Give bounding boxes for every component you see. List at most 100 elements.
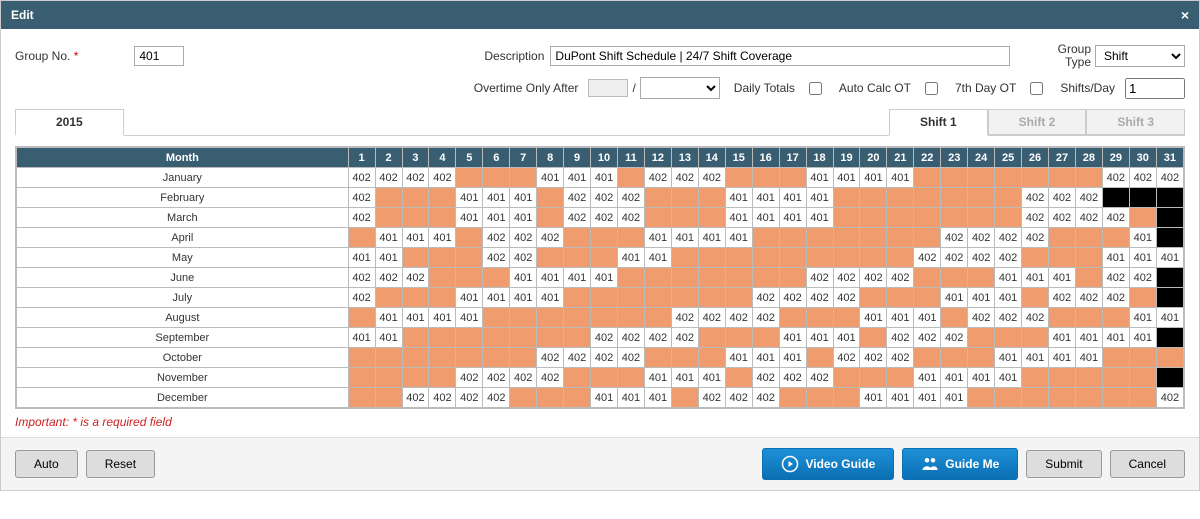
- schedule-cell[interactable]: [833, 388, 860, 408]
- schedule-cell[interactable]: 401: [429, 228, 456, 248]
- schedule-cell[interactable]: [1022, 328, 1049, 348]
- schedule-cell[interactable]: [1129, 388, 1156, 408]
- schedule-cell[interactable]: 402: [402, 268, 429, 288]
- schedule-cell[interactable]: [564, 388, 591, 408]
- schedule-cell[interactable]: 401: [564, 168, 591, 188]
- schedule-cell[interactable]: 402: [887, 328, 914, 348]
- schedule-cell[interactable]: 402: [591, 348, 618, 368]
- schedule-cell[interactable]: 401: [1129, 328, 1156, 348]
- schedule-cell[interactable]: [671, 348, 698, 368]
- schedule-cell[interactable]: 402: [752, 368, 779, 388]
- schedule-cell[interactable]: [1022, 368, 1049, 388]
- schedule-cell[interactable]: 402: [537, 368, 564, 388]
- schedule-cell[interactable]: [510, 308, 537, 328]
- schedule-cell[interactable]: 401: [887, 168, 914, 188]
- schedule-cell[interactable]: 402: [1156, 388, 1183, 408]
- schedule-cell[interactable]: [564, 248, 591, 268]
- schedule-cell[interactable]: 402: [1022, 308, 1049, 328]
- schedule-cell[interactable]: [1156, 268, 1183, 288]
- schedule-cell[interactable]: [1075, 368, 1102, 388]
- schedule-cell[interactable]: [402, 348, 429, 368]
- schedule-cell[interactable]: [348, 308, 375, 328]
- schedule-cell[interactable]: 402: [1075, 288, 1102, 308]
- schedule-cell[interactable]: 402: [429, 168, 456, 188]
- schedule-cell[interactable]: 402: [402, 168, 429, 188]
- schedule-cell[interactable]: 401: [833, 168, 860, 188]
- schedule-cell[interactable]: 402: [941, 328, 968, 348]
- schedule-cell[interactable]: 402: [1022, 188, 1049, 208]
- schedule-cell[interactable]: 401: [779, 348, 806, 368]
- schedule-cell[interactable]: [779, 248, 806, 268]
- schedule-cell[interactable]: 401: [833, 328, 860, 348]
- schedule-cell[interactable]: [402, 328, 429, 348]
- schedule-cell[interactable]: 401: [1049, 268, 1076, 288]
- schedule-cell[interactable]: 402: [348, 188, 375, 208]
- schedule-cell[interactable]: [752, 168, 779, 188]
- schedule-cell[interactable]: 402: [671, 308, 698, 328]
- schedule-cell[interactable]: 401: [510, 208, 537, 228]
- schedule-cell[interactable]: [510, 348, 537, 368]
- schedule-cell[interactable]: [483, 328, 510, 348]
- schedule-cell[interactable]: 401: [806, 208, 833, 228]
- schedule-cell[interactable]: [564, 308, 591, 328]
- schedule-cell[interactable]: [779, 388, 806, 408]
- schedule-cell[interactable]: [510, 328, 537, 348]
- schedule-cell[interactable]: [671, 268, 698, 288]
- schedule-cell[interactable]: [860, 228, 887, 248]
- schedule-cell[interactable]: 402: [510, 368, 537, 388]
- cancel-button[interactable]: Cancel: [1110, 450, 1185, 478]
- schedule-cell[interactable]: [402, 188, 429, 208]
- schedule-cell[interactable]: [591, 368, 618, 388]
- schedule-cell[interactable]: 402: [564, 188, 591, 208]
- schedule-cell[interactable]: [537, 188, 564, 208]
- schedule-cell[interactable]: [483, 348, 510, 368]
- schedule-cell[interactable]: 401: [510, 268, 537, 288]
- schedule-cell[interactable]: [914, 168, 941, 188]
- schedule-cell[interactable]: 401: [806, 168, 833, 188]
- schedule-cell[interactable]: 401: [348, 328, 375, 348]
- schedule-cell[interactable]: [537, 308, 564, 328]
- tab-year[interactable]: 2015: [15, 109, 124, 136]
- schedule-cell[interactable]: 401: [914, 388, 941, 408]
- schedule-cell[interactable]: 402: [537, 228, 564, 248]
- schedule-cell[interactable]: 401: [698, 228, 725, 248]
- schedule-cell[interactable]: 402: [1075, 188, 1102, 208]
- schedule-cell[interactable]: [1075, 388, 1102, 408]
- schedule-cell[interactable]: 402: [348, 288, 375, 308]
- schedule-cell[interactable]: 402: [483, 228, 510, 248]
- schedule-cell[interactable]: 402: [456, 388, 483, 408]
- schedule-cell[interactable]: [698, 348, 725, 368]
- schedule-cell[interactable]: [941, 208, 968, 228]
- schedule-cell[interactable]: [1129, 368, 1156, 388]
- schedule-cell[interactable]: 402: [1129, 268, 1156, 288]
- schedule-cell[interactable]: 402: [779, 368, 806, 388]
- schedule-cell[interactable]: 402: [968, 248, 995, 268]
- schedule-cell[interactable]: 401: [1129, 308, 1156, 328]
- schedule-cell[interactable]: [995, 168, 1022, 188]
- schedule-cell[interactable]: [833, 308, 860, 328]
- schedule-cell[interactable]: [510, 168, 537, 188]
- schedule-cell[interactable]: 401: [1156, 248, 1183, 268]
- schedule-cell[interactable]: [644, 348, 671, 368]
- schedule-cell[interactable]: [1156, 208, 1183, 228]
- schedule-cell[interactable]: 401: [860, 308, 887, 328]
- schedule-cell[interactable]: 401: [375, 228, 402, 248]
- schedule-cell[interactable]: [429, 328, 456, 348]
- schedule-cell[interactable]: 402: [1102, 208, 1129, 228]
- schedule-cell[interactable]: [1156, 368, 1183, 388]
- schedule-cell[interactable]: 402: [833, 348, 860, 368]
- schedule-cell[interactable]: [564, 288, 591, 308]
- schedule-cell[interactable]: 401: [537, 268, 564, 288]
- schedule-cell[interactable]: [375, 388, 402, 408]
- schedule-cell[interactable]: 401: [1102, 248, 1129, 268]
- schedule-cell[interactable]: [752, 228, 779, 248]
- schedule-cell[interactable]: [591, 228, 618, 248]
- schedule-cell[interactable]: [725, 288, 752, 308]
- schedule-cell[interactable]: 402: [887, 268, 914, 288]
- schedule-cell[interactable]: [941, 348, 968, 368]
- schedule-cell[interactable]: [779, 268, 806, 288]
- schedule-cell[interactable]: [968, 188, 995, 208]
- schedule-cell[interactable]: [1156, 288, 1183, 308]
- schedule-cell[interactable]: [806, 388, 833, 408]
- schedule-cell[interactable]: 401: [671, 228, 698, 248]
